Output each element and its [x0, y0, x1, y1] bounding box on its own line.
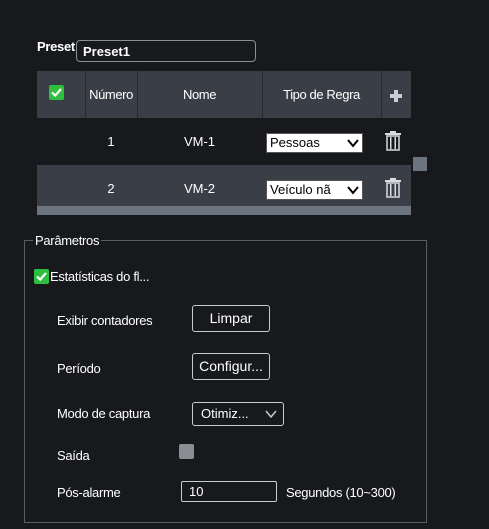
- row-number: 1: [107, 134, 115, 149]
- capture-mode-label: Modo de captura: [57, 406, 151, 421]
- rule-type-value: Veículo nã: [270, 182, 331, 197]
- post-alarm-unit: Segundos (10~300): [286, 485, 396, 500]
- column-header-rule-type: Tipo de Regra: [283, 87, 360, 102]
- column-header-number: Número: [89, 87, 133, 102]
- clear-button[interactable]: Limpar: [192, 305, 270, 332]
- rule-type-select[interactable]: Pessoas: [266, 133, 363, 153]
- row-number: 2: [107, 181, 115, 196]
- stats-label: Estatísticas do fl...: [50, 269, 150, 284]
- capture-mode-value: Otimiz...: [201, 406, 249, 421]
- vertical-scrollbar-thumb[interactable]: [413, 157, 427, 171]
- select-all-checkbox[interactable]: [49, 85, 64, 100]
- row-name: VM-2: [183, 181, 216, 196]
- trash-icon[interactable]: [385, 131, 401, 151]
- preset-name-input[interactable]: Preset1: [76, 40, 256, 62]
- plus-icon: [390, 89, 402, 102]
- post-alarm-input[interactable]: 10: [181, 481, 277, 502]
- table-header: Número Nome Tipo de Regra: [37, 71, 411, 118]
- add-rule-button[interactable]: [381, 71, 411, 118]
- parameters-legend: Parâmetros: [33, 233, 102, 248]
- output-checkbox[interactable]: [179, 444, 194, 459]
- chevron-down-icon: [347, 139, 359, 148]
- period-label: Período: [57, 361, 101, 376]
- row-name: VM-1: [183, 134, 216, 149]
- table-row[interactable]: 1 VM-1 Pessoas: [37, 118, 411, 165]
- checkmark-icon: [51, 88, 62, 98]
- show-counters-label: Exibir contadores: [57, 313, 153, 328]
- checkmark-icon: [36, 272, 47, 282]
- column-header-name: Nome: [182, 87, 217, 102]
- chevron-down-icon: [347, 186, 359, 195]
- rule-type-select[interactable]: Veículo nã: [266, 180, 363, 200]
- stats-checkbox[interactable]: [34, 269, 49, 284]
- chevron-down-icon: [265, 410, 277, 419]
- preset-label: Preset: [37, 39, 75, 54]
- trash-icon[interactable]: [385, 178, 401, 198]
- rule-type-value: Pessoas: [270, 135, 320, 150]
- table-row[interactable]: 2 VM-2 Veículo nã: [37, 165, 411, 212]
- capture-mode-select[interactable]: Otimiz...: [192, 402, 284, 426]
- post-alarm-label: Pós-alarme: [57, 485, 121, 500]
- output-label: Saída: [57, 448, 90, 463]
- configure-button[interactable]: Configur...: [192, 353, 270, 380]
- horizontal-scrollbar[interactable]: [37, 206, 411, 215]
